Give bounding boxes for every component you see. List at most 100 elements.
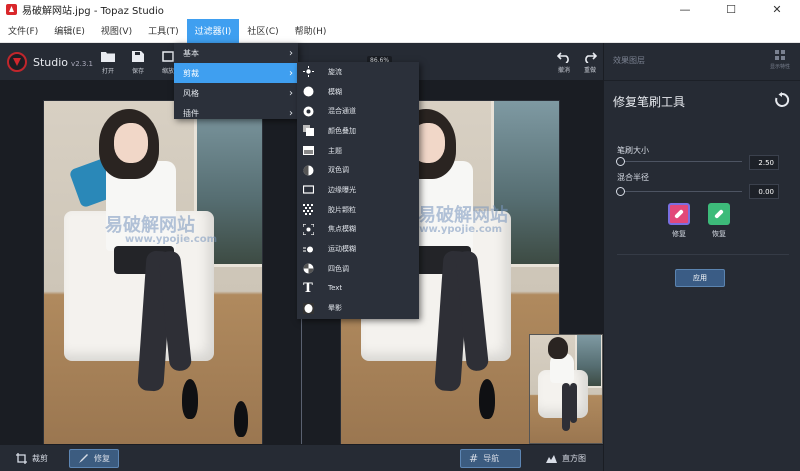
repair-tool-label: 修复	[672, 230, 686, 238]
close-button[interactable]: ✕	[754, 0, 800, 19]
reset-icon[interactable]	[774, 92, 790, 108]
menu-edit[interactable]: 编辑(E)	[46, 19, 93, 43]
redo-label: 重做	[583, 67, 596, 74]
folder-icon	[101, 52, 115, 62]
redo-button[interactable]: 重做	[579, 51, 601, 74]
filter-menu-plugins[interactable]: 插件 ›	[174, 103, 298, 123]
blend-radius-value[interactable]: 0.00	[749, 184, 779, 199]
filter-menu-basic[interactable]: 基本 ›	[174, 43, 298, 63]
filter-menu: 基本 › 剪裁 › 风格 › 插件 ›	[174, 43, 298, 119]
submenu-duotone-label: 双色调	[328, 166, 349, 175]
undo-button[interactable]: 撤消	[553, 51, 575, 74]
text-icon: T	[303, 280, 313, 296]
submenu-vignette-label: 晕影	[328, 304, 342, 313]
minimize-button[interactable]: —	[662, 0, 708, 19]
show-properties-button[interactable]: 显示特性	[768, 49, 792, 70]
window-title: 易破解网站.jpg - Topaz Studio	[22, 6, 164, 17]
open-button[interactable]: 打开	[95, 51, 121, 75]
submenu-theme[interactable]: 主题	[297, 141, 419, 161]
crop-button[interactable]: 裁剪	[8, 449, 56, 468]
crop-icon	[16, 453, 27, 464]
menu-help[interactable]: 帮助(H)	[287, 19, 335, 43]
save-button[interactable]: 保存	[125, 51, 151, 75]
crop-label: 裁剪	[32, 454, 48, 463]
submenu-edge-exposure[interactable]: 边缘曝光	[297, 180, 419, 200]
submenu-film-grain[interactable]: 胶片颗粒	[297, 200, 419, 220]
submenu-mix-channels[interactable]: 混合通道	[297, 101, 419, 121]
submenu-text-label: Text	[328, 284, 343, 293]
edge-icon	[302, 184, 314, 196]
undo-label: 撤消	[557, 67, 570, 74]
submenu-swirl[interactable]: 旋流	[297, 62, 419, 82]
maximize-button[interactable]: ☐	[708, 0, 754, 19]
submenu-vignette[interactable]: 晕影	[297, 298, 419, 318]
repair-tool-button[interactable]: 修复	[667, 203, 691, 239]
menu-tools[interactable]: 工具(T)	[140, 19, 187, 43]
repair-label: 修复	[94, 454, 110, 463]
quad-icon	[302, 263, 314, 275]
circle-icon	[302, 86, 314, 98]
histogram-button[interactable]: 直方图	[538, 449, 594, 468]
save-icon	[132, 51, 144, 62]
overlay-icon	[302, 125, 314, 137]
effects-layer-label[interactable]: 效果图层	[613, 55, 645, 66]
submenu-text[interactable]: T Text	[297, 279, 419, 299]
histogram-label: 直方图	[562, 454, 586, 463]
submenu-focus-blur[interactable]: 焦点模糊	[297, 220, 419, 240]
submenu-edge-exposure-label: 边缘曝光	[328, 185, 356, 194]
blend-radius-label: 混合半径	[617, 173, 649, 182]
menu-filters[interactable]: 过滤器(I)	[186, 18, 240, 43]
navigate-label: 导航	[483, 454, 500, 463]
menu-file[interactable]: 文件(F)	[0, 19, 46, 43]
chevron-right-icon: ›	[289, 87, 293, 99]
submenu-focus-blur-label: 焦点模糊	[328, 225, 356, 234]
focus-icon	[302, 223, 314, 235]
navigate-button[interactable]: # 导航	[460, 449, 521, 468]
chevron-right-icon: ›	[289, 107, 293, 119]
submenu-quadtone-label: 四色调	[328, 264, 349, 273]
apply-button[interactable]: 应用	[675, 269, 725, 287]
submenu-blur[interactable]: 模糊	[297, 82, 419, 102]
filter-menu-style[interactable]: 风格 ›	[174, 83, 298, 103]
vignette-icon	[302, 302, 314, 314]
blend-radius-track[interactable]	[620, 191, 742, 192]
grid-icon: #	[469, 452, 479, 465]
repair-button[interactable]: 修复	[69, 449, 119, 468]
navigator-thumbnail[interactable]	[529, 334, 603, 444]
grain-icon	[302, 204, 314, 216]
channels-icon	[302, 105, 314, 117]
menu-community[interactable]: 社区(C)	[239, 19, 286, 43]
submenu-color-overlay-label: 颜色叠加	[328, 126, 356, 135]
submenu-swirl-label: 旋流	[328, 67, 342, 76]
filter-menu-crop[interactable]: 剪裁 ›	[174, 63, 298, 83]
sun-icon	[302, 66, 314, 78]
restore-tool-label: 恢复	[712, 230, 726, 238]
submenu-theme-label: 主题	[328, 146, 342, 155]
brush-size-value[interactable]: 2.50	[749, 155, 779, 170]
brush-icon	[79, 454, 88, 463]
menu-view[interactable]: 视图(V)	[93, 19, 140, 43]
submenu-duotone[interactable]: 双色调	[297, 160, 419, 180]
menu-bar: 文件(F) 编辑(E) 视图(V) 工具(T) 过滤器(I) 社区(C) 帮助(…	[0, 18, 800, 43]
blend-radius-slider[interactable]	[616, 187, 625, 196]
brush-size-track[interactable]	[620, 161, 742, 162]
undo-icon	[556, 52, 569, 64]
panel-title: 修复笔刷工具	[613, 95, 686, 109]
motion-icon	[302, 243, 314, 255]
show-properties-label: 显示特性	[769, 64, 790, 70]
duotone-icon	[302, 164, 314, 176]
chevron-right-icon: ›	[289, 67, 293, 79]
submenu-mix-channels-label: 混合通道	[328, 107, 356, 116]
submenu-motion-blur[interactable]: 运动模糊	[297, 239, 419, 259]
histogram-icon	[546, 455, 557, 463]
brush-size-slider[interactable]	[616, 157, 625, 166]
theme-icon	[302, 145, 314, 157]
submenu-color-overlay[interactable]: 颜色叠加	[297, 121, 419, 141]
restore-tool-button[interactable]: 恢复	[707, 203, 731, 239]
brush-size-label: 笔刷大小	[617, 146, 649, 155]
open-label: 打开	[101, 68, 114, 75]
topaz-logo-icon	[7, 52, 27, 72]
submenu-quadtone[interactable]: 四色调	[297, 259, 419, 279]
restore-bandage-icon	[708, 203, 730, 225]
bandage-icon	[668, 203, 690, 225]
